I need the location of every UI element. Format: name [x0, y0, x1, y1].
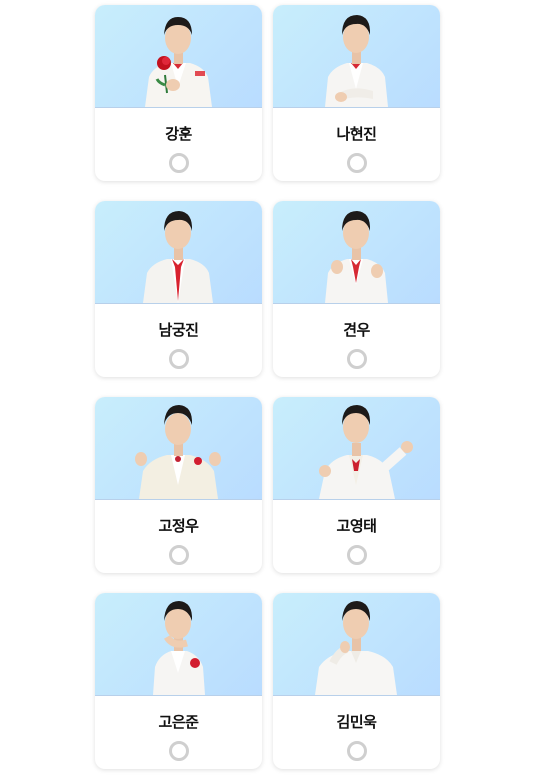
candidate-photo	[273, 201, 440, 304]
candidate-photo	[273, 593, 440, 696]
candidate-photo	[273, 5, 440, 108]
vote-radio[interactable]	[346, 741, 367, 761]
candidate-name: 고영태	[336, 517, 377, 535]
candidate-name: 견우	[343, 321, 370, 339]
vote-radio[interactable]	[168, 545, 189, 565]
candidate-card[interactable]: 나현진	[273, 5, 440, 181]
vote-radio[interactable]	[168, 153, 189, 173]
candidate-card[interactable]: 남궁진	[95, 201, 262, 377]
vote-radio[interactable]	[168, 349, 189, 369]
vote-radio[interactable]	[346, 545, 367, 565]
vote-radio[interactable]	[168, 741, 189, 761]
candidate-card[interactable]: 고은준	[95, 593, 262, 769]
candidate-card[interactable]: 견우	[273, 201, 440, 377]
candidate-name: 강훈	[165, 125, 192, 143]
candidate-card[interactable]: 고영태	[273, 397, 440, 573]
candidate-card[interactable]: 강훈	[95, 5, 262, 181]
candidate-photo	[95, 201, 262, 304]
candidate-name: 고정우	[158, 517, 199, 535]
vote-radio[interactable]	[346, 349, 367, 369]
candidate-photo	[95, 5, 262, 108]
candidate-name: 남궁진	[158, 321, 199, 339]
candidate-photo	[273, 397, 440, 500]
vote-radio[interactable]	[346, 153, 367, 173]
candidate-card[interactable]: 고정우	[95, 397, 262, 573]
candidate-name: 고은준	[158, 713, 199, 731]
candidate-photo	[95, 397, 262, 500]
candidate-name: 나현진	[336, 125, 377, 143]
candidate-photo	[95, 593, 262, 696]
candidate-card[interactable]: 김민욱	[273, 593, 440, 769]
candidate-name: 김민욱	[336, 713, 377, 731]
candidate-grid: 강훈 나현진 남궁진 견우 고정우 고영태 고은준 김민욱	[0, 0, 539, 780]
